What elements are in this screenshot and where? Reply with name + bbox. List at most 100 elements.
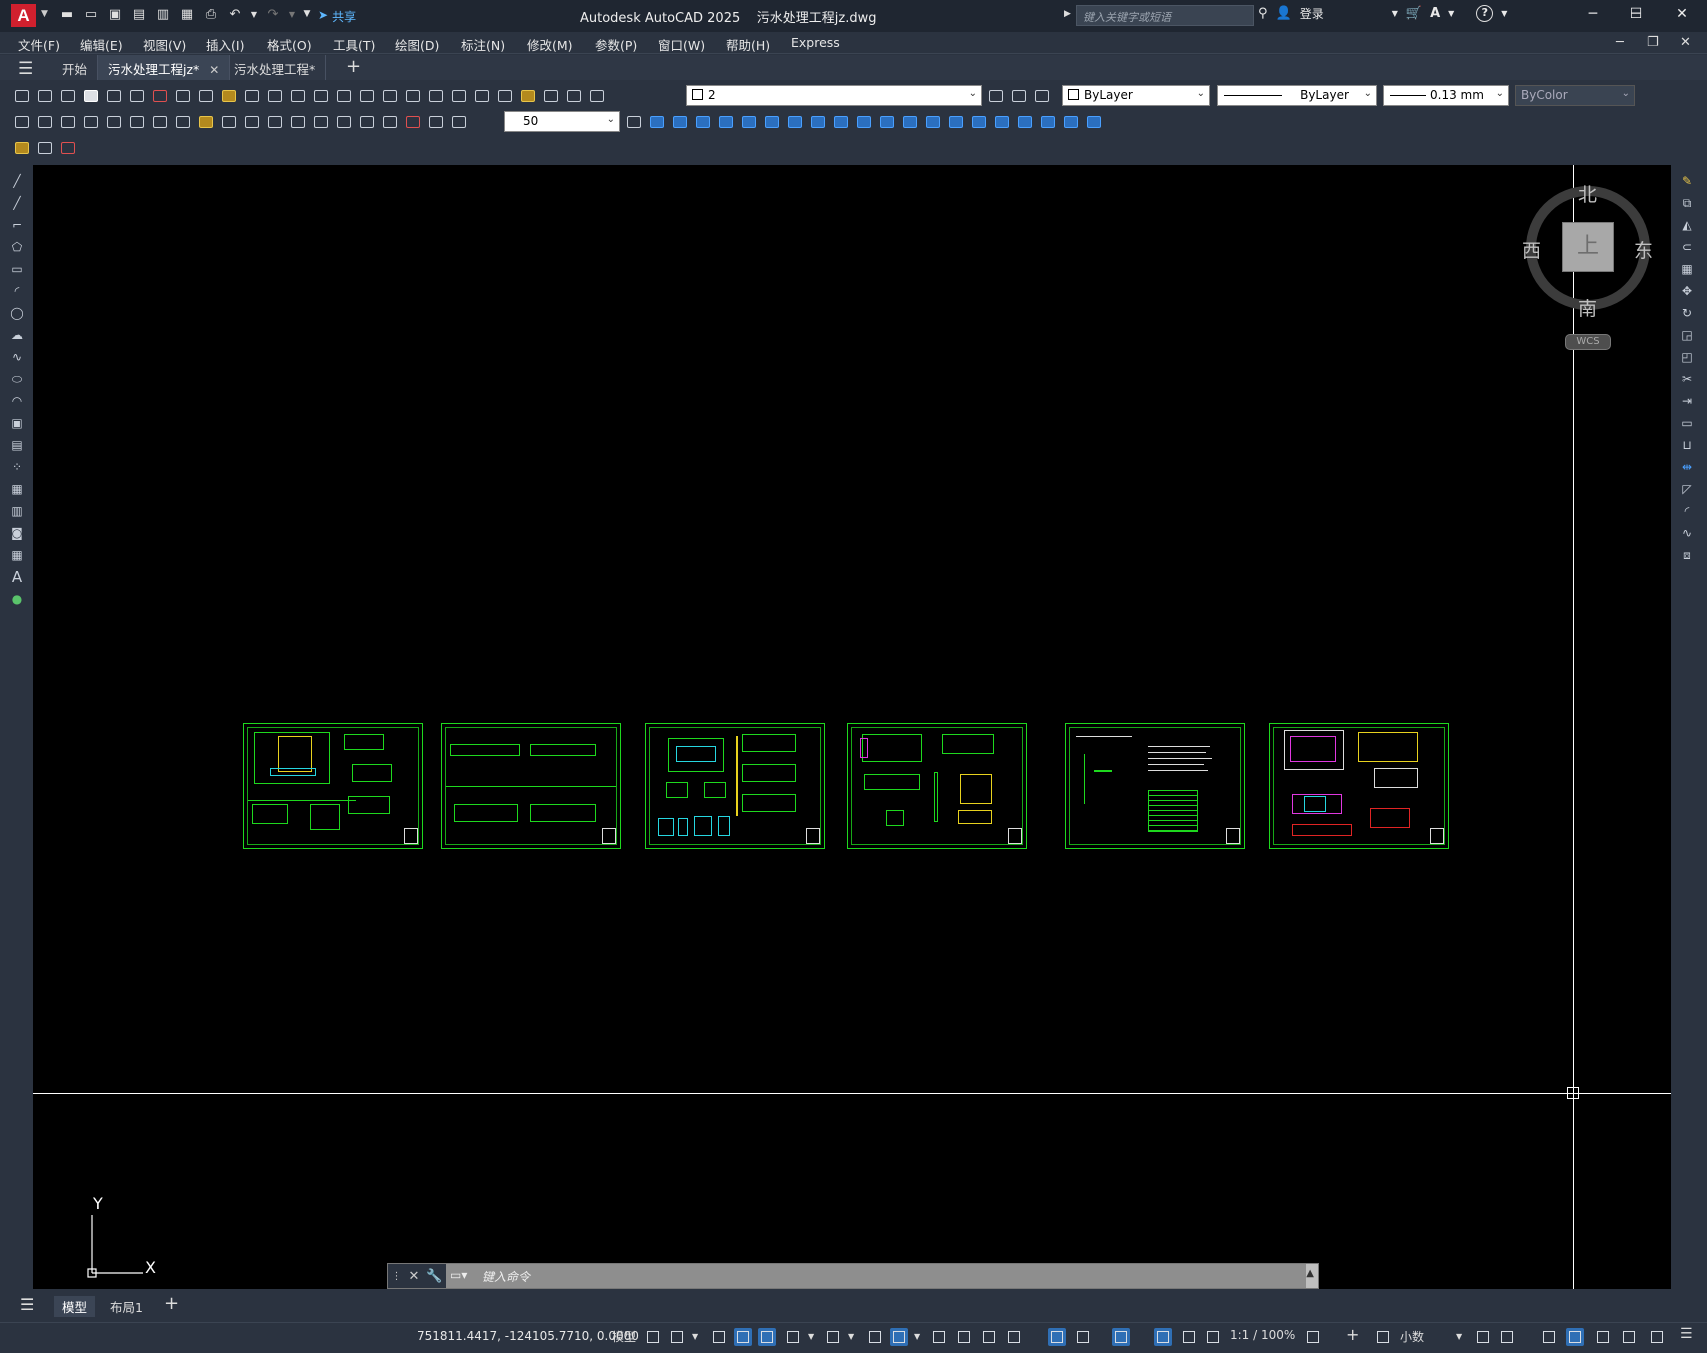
publish-icon[interactable]: ▥	[154, 5, 172, 23]
menu-edit[interactable]: 编辑(E)	[80, 35, 123, 54]
sweep-icon[interactable]	[900, 112, 919, 131]
3d-osnap-icon[interactable]	[1005, 1328, 1023, 1346]
3d-move-icon[interactable]	[1038, 112, 1057, 131]
menu-insert[interactable]: 插入(I)	[206, 35, 244, 54]
block-authoring-icon[interactable]	[12, 138, 31, 157]
arc-icon[interactable]: ◜	[9, 284, 25, 299]
layer-previous-icon[interactable]	[1009, 86, 1028, 105]
menu-draw[interactable]: 绘图(D)	[395, 35, 439, 54]
menu-window[interactable]: 窗口(W)	[658, 35, 705, 54]
print-icon[interactable]: ⎙	[202, 5, 220, 23]
doc-minimize-icon[interactable]: ─	[1616, 35, 1624, 50]
open-icon[interactable]	[35, 86, 54, 105]
scale-icon[interactable]: ◲	[1679, 328, 1695, 343]
polar-tracking-icon[interactable]	[784, 1328, 802, 1346]
jogged-linear-icon[interactable]	[380, 112, 399, 131]
revision-cloud-icon[interactable]: ☁	[9, 328, 25, 343]
lineweight-icon[interactable]	[930, 1328, 948, 1346]
chevron-down-icon[interactable]: ▼	[41, 9, 48, 19]
break-at-point-icon[interactable]: ▭	[1679, 416, 1695, 431]
blend-curves-icon[interactable]: ∿	[1679, 526, 1695, 541]
menu-parametric[interactable]: 参数(P)	[595, 35, 637, 54]
center-mark-icon[interactable]	[334, 112, 353, 131]
block-editor-icon[interactable]	[265, 86, 284, 105]
command-input[interactable]: 键入命令	[482, 1268, 530, 1285]
snap-dropdown-icon[interactable]: ▼	[692, 1332, 698, 1341]
units-dropdown-icon[interactable]: ▼	[1456, 1332, 1462, 1341]
region-icon[interactable]: ◙	[9, 526, 25, 541]
transparency-icon[interactable]	[955, 1328, 973, 1346]
coordinate-display[interactable]: 751811.4417, -124105.7710, 0.0000	[417, 1329, 639, 1343]
hatch-icon[interactable]: ▦	[9, 482, 25, 497]
save-as-icon[interactable]: ▤	[130, 5, 148, 23]
design-center-icon[interactable]	[449, 86, 468, 105]
tab-model[interactable]: 模型	[54, 1296, 96, 1317]
close-icon[interactable]: ✕	[209, 63, 219, 77]
drawing-sheet-6[interactable]	[1269, 723, 1449, 849]
paste-icon[interactable]	[219, 86, 238, 105]
dim-style-icon[interactable]	[624, 112, 643, 131]
polygon-icon[interactable]: ⬠	[9, 240, 25, 255]
help-search-input[interactable]: 键入关键字或短语	[1076, 5, 1254, 26]
open-folder-icon[interactable]: ▭	[82, 5, 100, 23]
trim-icon[interactable]: ✂	[1679, 372, 1695, 387]
dim-text-edit-icon[interactable]	[426, 112, 445, 131]
user-icon[interactable]: 👤	[1276, 6, 1292, 21]
table-icon[interactable]: ▦	[9, 548, 25, 563]
diameter-dim-icon[interactable]	[150, 112, 169, 131]
isolate-objects-icon[interactable]	[1540, 1328, 1558, 1346]
autocad-logo-button[interactable]: A	[11, 4, 36, 27]
copy-icon[interactable]	[196, 86, 215, 105]
object-snap-icon[interactable]	[890, 1328, 908, 1346]
workspace-gear-icon[interactable]	[1304, 1328, 1322, 1346]
3d-print-icon[interactable]	[150, 86, 169, 105]
drawing-sheet-2[interactable]	[441, 723, 621, 849]
cylinder-icon[interactable]	[739, 112, 758, 131]
undo-icon[interactable]: ↶	[226, 5, 244, 23]
subtract-icon[interactable]	[992, 112, 1011, 131]
pyramid-icon[interactable]	[785, 112, 804, 131]
annotation-visibility-icon[interactable]	[1154, 1328, 1172, 1346]
drawing-canvas[interactable]: Y X	[33, 165, 1671, 1289]
mirror-icon[interactable]: ◭	[1679, 218, 1695, 233]
wedge-icon[interactable]	[670, 112, 689, 131]
clean-screen-icon[interactable]	[1594, 1328, 1612, 1346]
sphere-icon[interactable]	[716, 112, 735, 131]
model-space-button[interactable]: 模型	[612, 1328, 636, 1345]
join-icon[interactable]: ⇹	[1679, 460, 1695, 475]
menu-modify[interactable]: 修改(M)	[527, 35, 573, 54]
isodraft-icon[interactable]	[824, 1328, 842, 1346]
quick-properties-icon[interactable]	[1474, 1328, 1492, 1346]
drawing-sheet-1[interactable]	[243, 723, 423, 849]
arc-length-icon[interactable]	[58, 112, 77, 131]
tab-drawing-2[interactable]: 污水处理工程*	[224, 55, 327, 80]
3d-rotate-icon[interactable]	[1061, 112, 1080, 131]
fillet-icon[interactable]: ◜	[1679, 504, 1695, 519]
inspection-icon[interactable]	[357, 112, 376, 131]
line-icon[interactable]: ╱	[9, 174, 25, 189]
gradient-icon[interactable]: ▥	[9, 504, 25, 519]
new-file-icon[interactable]: ▬	[58, 5, 76, 23]
tab-active-drawing[interactable]: 污水处理工程jz* ✕	[98, 55, 231, 80]
layout-menu-icon[interactable]: ☰	[20, 1295, 34, 1314]
search-expand-icon[interactable]: ▶	[1064, 9, 1071, 19]
plotstyle-dropdown[interactable]: ByColor ⌄	[1515, 85, 1635, 106]
gizmo-icon[interactable]	[1112, 1328, 1130, 1346]
undo-icon[interactable]	[288, 86, 307, 105]
union-icon[interactable]	[969, 112, 988, 131]
cut-icon[interactable]	[173, 86, 192, 105]
array-icon[interactable]: ▦	[1679, 262, 1695, 277]
save-icon[interactable]	[58, 86, 77, 105]
polar-dropdown-icon[interactable]: ▼	[808, 1332, 814, 1341]
erase-icon[interactable]: ✎	[1679, 174, 1695, 189]
fullscreen-icon[interactable]	[1648, 1328, 1666, 1346]
menu-dimension[interactable]: 标注(N)	[461, 35, 505, 54]
move-icon[interactable]: ✥	[1679, 284, 1695, 299]
command-prompt-icon[interactable]: ▭▾	[450, 1268, 467, 1282]
3d-align-icon[interactable]	[1084, 112, 1103, 131]
box-icon[interactable]	[647, 112, 666, 131]
cart-icon[interactable]: 🛒	[1406, 6, 1422, 21]
help-icon[interactable]	[564, 86, 583, 105]
qnew-icon[interactable]	[12, 86, 31, 105]
pan-icon[interactable]	[334, 86, 353, 105]
